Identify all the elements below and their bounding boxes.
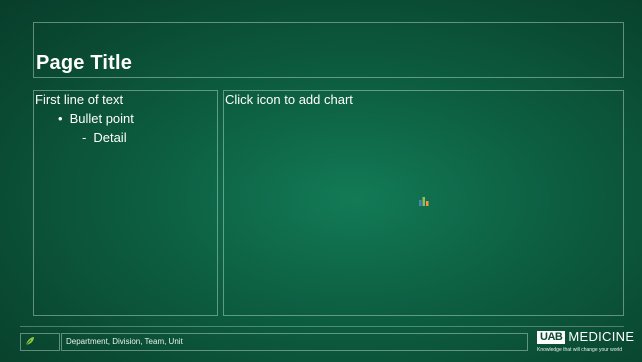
footer-divider bbox=[20, 326, 624, 327]
leaf-icon bbox=[25, 337, 34, 346]
brand-tagline: Knowledge that will change your world bbox=[537, 347, 623, 353]
chart-icon-bar-2 bbox=[422, 197, 425, 206]
footer-department-text: Department, Division, Team, Unit bbox=[66, 337, 183, 346]
brand-wordmark: UAB MEDICINE bbox=[537, 330, 634, 344]
footer-text-box: Department, Division, Team, Unit bbox=[61, 333, 528, 351]
bullet-glyph: • bbox=[58, 111, 63, 126]
title-placeholder[interactable]: Page Title bbox=[33, 22, 624, 78]
bullet-text: Bullet point bbox=[69, 111, 134, 126]
brand-name: MEDICINE bbox=[568, 329, 635, 344]
text-placeholder[interactable]: First line of text • Bullet point - Detail bbox=[33, 90, 218, 316]
page-title: Page Title bbox=[36, 52, 133, 74]
detail-text: Detail bbox=[93, 130, 127, 145]
uab-medicine-logo: UAB MEDICINE Knowledge that will change … bbox=[537, 330, 637, 358]
insert-chart-icon[interactable] bbox=[418, 195, 430, 207]
bullet-point: • Bullet point bbox=[58, 111, 134, 126]
chart-prompt-text: Click icon to add chart bbox=[225, 92, 353, 107]
chart-placeholder[interactable]: Click icon to add chart bbox=[223, 90, 624, 316]
detail-glyph: - bbox=[82, 130, 87, 145]
chart-icon-bar-3 bbox=[426, 201, 429, 206]
detail-point: - Detail bbox=[82, 130, 127, 145]
first-line-text: First line of text bbox=[35, 92, 124, 107]
chart-icon-bar-1 bbox=[419, 200, 422, 206]
uab-logo-mark: UAB bbox=[537, 330, 566, 344]
